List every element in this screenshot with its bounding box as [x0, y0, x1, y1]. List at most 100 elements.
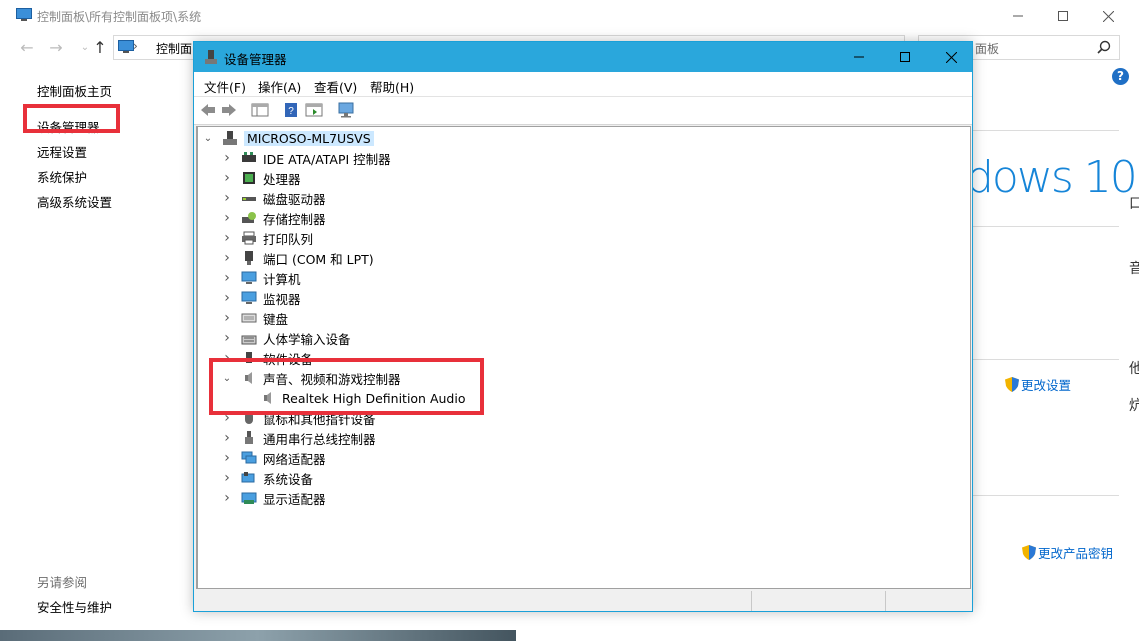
divider: [973, 359, 1119, 360]
port-icon: [245, 251, 253, 265]
divider: [973, 495, 1119, 496]
chevron-right-icon[interactable]: ›: [222, 170, 232, 186]
chevron-right-icon[interactable]: ›: [222, 250, 232, 266]
help-icon[interactable]: ?: [1112, 68, 1129, 85]
back-arrow-icon[interactable]: [199, 102, 217, 118]
device-manager-icon: [205, 50, 217, 64]
tree-category-label: IDE ATA/ATAPI 控制器: [263, 151, 391, 167]
divider: [973, 130, 1119, 131]
device-manager-titlebar[interactable]: 设备管理器: [194, 42, 972, 72]
menu-help[interactable]: 帮助(H): [370, 77, 414, 96]
status-divider: [751, 591, 752, 611]
forward-arrow-icon[interactable]: [220, 102, 238, 118]
menu-bar: 文件(F) 操作(A) 查看(V) 帮助(H): [194, 72, 972, 96]
tree-category[interactable]: › 人体学输入设备: [222, 328, 351, 348]
highlight-box: [23, 104, 120, 133]
minimize-button[interactable]: [836, 42, 882, 72]
sidebar-item-advanced[interactable]: 高级系统设置: [37, 192, 112, 211]
chevron-right-icon[interactable]: ›: [222, 330, 232, 346]
properties-icon[interactable]: [305, 102, 323, 118]
tree-category[interactable]: › 处理器: [222, 168, 301, 188]
control-panel-icon: [118, 40, 134, 53]
menu-view[interactable]: 查看(V): [314, 77, 357, 96]
control-panel-titlebar: 控制面板\所有控制面板项\系统: [0, 0, 1139, 32]
chevron-down-icon[interactable]: ⌄: [203, 133, 213, 144]
close-button[interactable]: [1085, 0, 1131, 32]
chevron-right-icon[interactable]: ›: [222, 450, 232, 466]
change-settings-link[interactable]: 更改设置: [1005, 375, 1071, 394]
forward-arrow-icon[interactable]: →: [46, 38, 66, 58]
change-product-key-label: 更改产品密钥: [1038, 546, 1114, 561]
chevron-right-icon[interactable]: ›: [222, 430, 232, 446]
tree-category[interactable]: › 系统设备: [222, 468, 313, 488]
sidebar-item-remote[interactable]: 远程设置: [37, 142, 87, 161]
clipped-glyph: 炕: [1129, 398, 1139, 414]
printer-icon: [242, 231, 256, 245]
scan-hardware-icon[interactable]: [337, 102, 355, 118]
clipped-glyph: 音: [1129, 261, 1139, 277]
close-button[interactable]: [928, 42, 974, 72]
change-product-key-link[interactable]: 更改产品密钥: [1022, 543, 1113, 562]
up-arrow-icon[interactable]: ↑: [90, 38, 110, 58]
see-also-heading: 另请参阅: [37, 575, 88, 590]
tree-category[interactable]: › 端口 (COM 和 LPT): [222, 248, 373, 268]
tree-category-label: 通用串行总线控制器: [263, 431, 376, 447]
change-settings-label: 更改设置: [1021, 378, 1072, 393]
chevron-right-icon[interactable]: ›: [222, 490, 232, 506]
maximize-button[interactable]: [882, 42, 928, 72]
monitor-icon: [241, 291, 257, 304]
chevron-right-icon[interactable]: ›: [222, 310, 232, 326]
chevron-right-icon[interactable]: ›: [222, 150, 232, 166]
svg-text:?: ?: [288, 106, 294, 117]
chevron-right-icon[interactable]: ›: [222, 230, 232, 246]
tree-category[interactable]: › 磁盘驱动器: [222, 188, 325, 208]
chevron-right-icon[interactable]: ›: [222, 190, 232, 206]
storage-controller-icon: [242, 212, 256, 223]
address-text: 控制面: [156, 42, 193, 56]
tree-category-label: 人体学输入设备: [263, 331, 351, 347]
disk-drive-icon: [242, 197, 256, 201]
back-arrow-icon[interactable]: ←: [17, 38, 37, 58]
minimize-icon: [854, 56, 864, 58]
sidebar-item-home[interactable]: 控制面板主页: [37, 81, 112, 100]
chevron-right-icon[interactable]: ›: [222, 210, 232, 226]
tree-category[interactable]: › IDE ATA/ATAPI 控制器: [222, 148, 391, 168]
maximize-icon: [1058, 11, 1068, 21]
highlight-box: [209, 358, 484, 415]
menu-action[interactable]: 操作(A): [258, 77, 301, 96]
help-book-icon[interactable]: ?: [282, 102, 300, 118]
tree-category[interactable]: › 显示适配器: [222, 488, 326, 508]
clipped-glyph: 口: [1129, 196, 1139, 212]
tree-category[interactable]: › 通用串行总线控制器: [222, 428, 376, 448]
chevron-right-icon[interactable]: ›: [222, 290, 232, 306]
shield-icon: [1022, 545, 1036, 560]
tree-category-label: 打印队列: [263, 231, 314, 247]
sidebar-item-protection[interactable]: 系统保护: [37, 167, 87, 186]
tree-category-label: 处理器: [263, 171, 301, 187]
tree-category[interactable]: › 网络适配器: [222, 448, 326, 468]
tree-category[interactable]: › 计算机: [222, 268, 300, 288]
tree-category[interactable]: › 键盘: [222, 308, 288, 328]
menu-file[interactable]: 文件(F): [204, 77, 246, 96]
tree-category[interactable]: › 打印队列: [222, 228, 313, 248]
show-hide-tree-icon[interactable]: [251, 102, 269, 118]
tree-category-label: 网络适配器: [263, 451, 326, 467]
tree-category[interactable]: › 监视器: [222, 288, 300, 308]
maximize-button[interactable]: [1040, 0, 1086, 32]
tree-category[interactable]: › 存储控制器: [222, 208, 325, 228]
tree-category-label: 显示适配器: [263, 491, 326, 507]
minimize-icon: [1013, 15, 1023, 17]
chevron-right-icon[interactable]: ›: [222, 470, 232, 486]
breadcrumb-separator-icon: ›: [133, 39, 138, 53]
computer-icon: [241, 271, 257, 284]
minimize-button[interactable]: [995, 0, 1041, 32]
tree-root[interactable]: ⌄ MICROSO-ML7USVS: [203, 128, 374, 148]
processor-icon: [243, 172, 255, 184]
window-title: 控制面板\所有控制面板项\系统: [37, 10, 202, 24]
maximize-icon: [900, 52, 910, 62]
keyboard-icon: [241, 313, 257, 323]
window-title: 设备管理器: [224, 52, 287, 67]
status-bar: [194, 591, 972, 611]
sidebar-item-security[interactable]: 安全性与维护: [37, 597, 112, 616]
chevron-right-icon[interactable]: ›: [222, 270, 232, 286]
